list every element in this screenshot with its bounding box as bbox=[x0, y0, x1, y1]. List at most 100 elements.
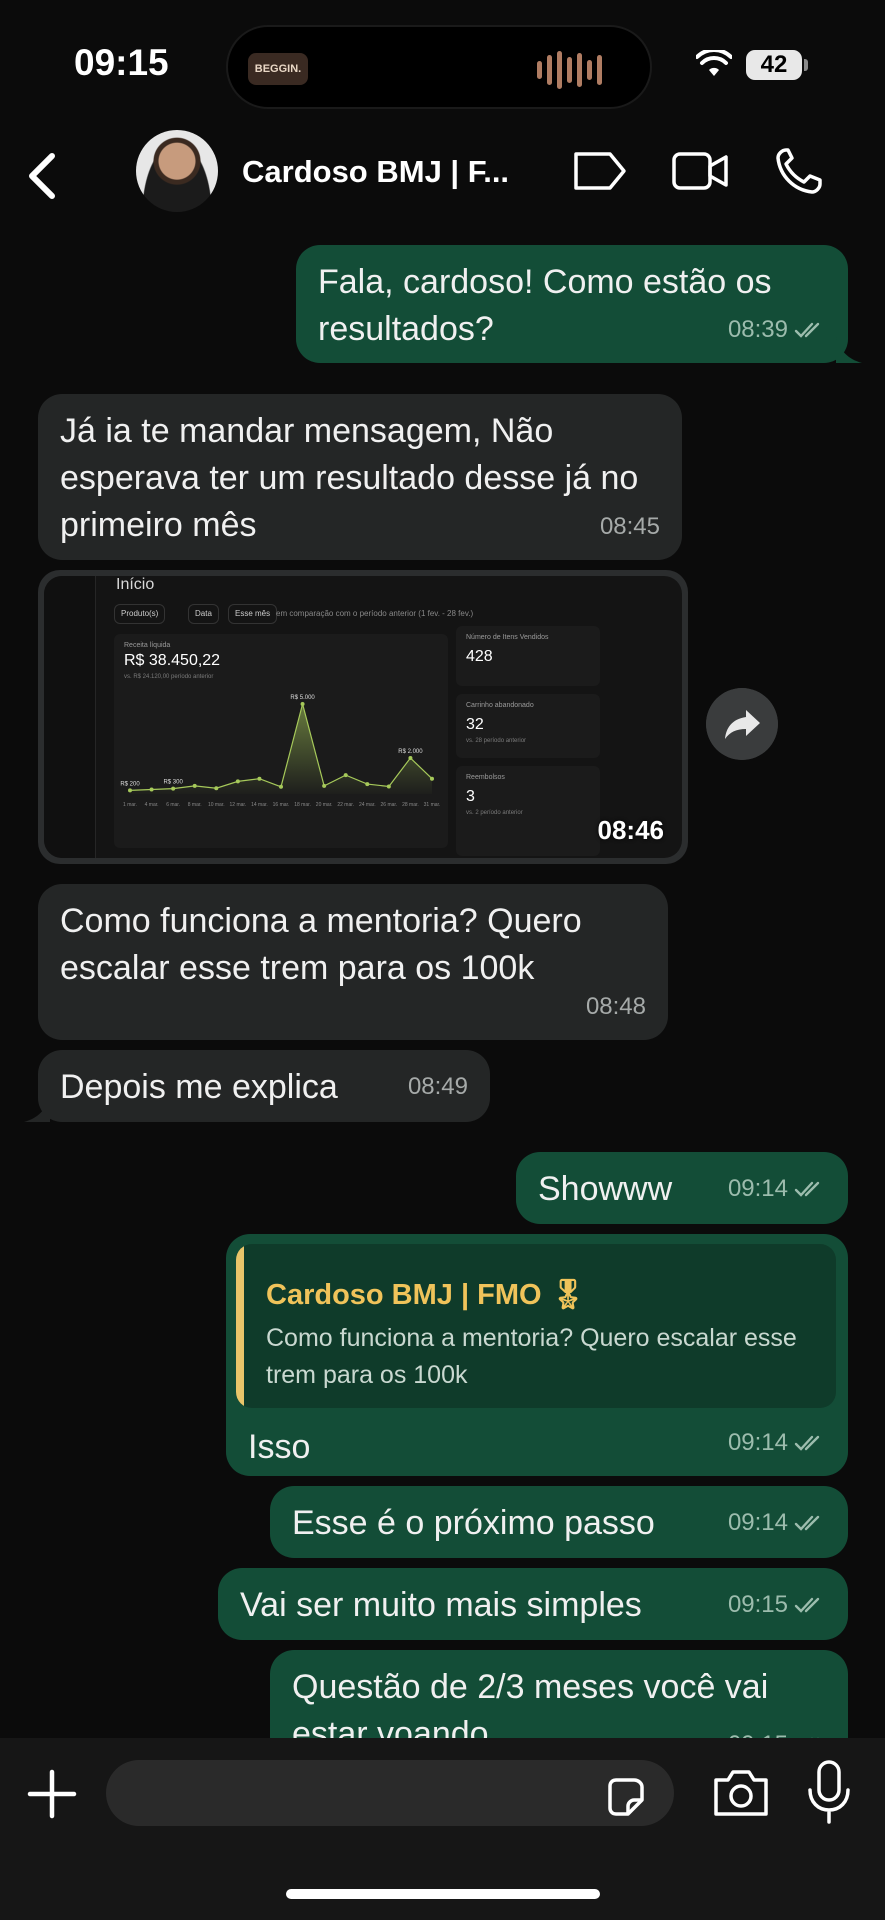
quoted-author: Cardoso BMJ | FMO 🎖 bbox=[266, 1279, 587, 1311]
forward-icon[interactable] bbox=[706, 688, 778, 760]
chart-annotation: R$ 5.000 bbox=[290, 695, 315, 701]
message-time: 09:14 bbox=[727, 1175, 788, 1202]
plus-icon[interactable] bbox=[26, 1768, 78, 1820]
refund-value: 3 bbox=[466, 788, 475, 805]
items-value: 428 bbox=[466, 648, 493, 665]
quoted-text: Como funciona a mentoria? Quero escalar … bbox=[266, 1324, 797, 1389]
message-text: Fala, cardoso! Como estão os resultados? bbox=[318, 263, 772, 348]
message-text: Já ia te mandar mensagem, Não esperava t… bbox=[60, 412, 639, 544]
message-bubble-outgoing[interactable]: Esse é o próximo passo 09:14 bbox=[270, 1486, 848, 1558]
message-time: 08:39 bbox=[727, 316, 788, 343]
filter-period: Esse mês bbox=[228, 604, 278, 624]
chart-annotation: R$ 200 bbox=[120, 781, 140, 787]
message-text: Vai ser muito mais simples bbox=[240, 1586, 642, 1624]
chart-annotation: R$ 300 bbox=[163, 780, 183, 786]
message-bubble-outgoing-reply[interactable]: Cardoso BMJ | FMO 🎖 Como funciona a ment… bbox=[226, 1234, 848, 1476]
contact-name[interactable]: Cardoso BMJ | F... bbox=[242, 154, 509, 190]
message-bubble-outgoing[interactable]: Showww 09:14 bbox=[516, 1152, 848, 1224]
chart-tick-label: 28 mar. bbox=[402, 802, 419, 808]
chart-tick-label: 18 mar. bbox=[294, 802, 311, 808]
chart-point bbox=[300, 702, 305, 706]
quote-bar bbox=[236, 1244, 244, 1408]
cart-value: 32 bbox=[466, 716, 484, 733]
video-call-icon[interactable] bbox=[670, 146, 730, 196]
dashboard-title: Início bbox=[116, 576, 155, 593]
message-bubble-incoming[interactable]: Depois me explica 08:49 bbox=[38, 1050, 490, 1122]
message-time: 09:14 bbox=[727, 1509, 788, 1536]
status-bar: 09:15 BEGGIN. 42 bbox=[0, 0, 885, 130]
chart-annotation: R$ 2.000 bbox=[398, 749, 423, 755]
items-panel: Número de Itens Vendidos 428 bbox=[456, 626, 600, 686]
refund-sub: vs. 2 período anterior bbox=[466, 810, 523, 816]
battery-tip bbox=[804, 59, 808, 71]
chart-tick-label: 26 mar. bbox=[381, 802, 398, 808]
voice-call-icon[interactable] bbox=[772, 146, 832, 196]
message-time: 09:15 bbox=[727, 1591, 788, 1618]
message-bubble-outgoing[interactable]: Vai ser muito mais simples 09:15 bbox=[218, 1568, 848, 1640]
chart-point bbox=[322, 783, 327, 788]
image-message[interactable]: Início Produto(s) Data Esse mês em compa… bbox=[38, 570, 688, 864]
chart-point bbox=[128, 788, 132, 793]
message-time: 08:48 bbox=[585, 993, 646, 1020]
microphone-icon[interactable] bbox=[804, 1758, 854, 1828]
comparison-note: em comparação com o período anterior (1 … bbox=[276, 609, 474, 618]
dashboard-sidebar bbox=[44, 576, 96, 858]
chart-point bbox=[149, 787, 154, 792]
items-label: Número de Itens Vendidos bbox=[466, 634, 549, 641]
chart-point bbox=[235, 779, 240, 784]
chart-tick-label: 8 mar. bbox=[188, 802, 202, 808]
read-ticks-icon bbox=[794, 1181, 820, 1197]
label-tag-icon[interactable] bbox=[570, 146, 630, 196]
chart-point bbox=[214, 786, 219, 791]
chart-tick-label: 14 mar. bbox=[251, 802, 268, 808]
message-bubble-outgoing[interactable]: Fala, cardoso! Como estão os resultados?… bbox=[296, 245, 848, 363]
message-text: Esse é o próximo passo bbox=[292, 1504, 655, 1542]
chat-header: Cardoso BMJ | F... bbox=[0, 130, 885, 220]
bubble-tail bbox=[836, 337, 862, 363]
status-time: 09:15 bbox=[74, 42, 169, 83]
chart-tick-label: 4 mar. bbox=[145, 802, 159, 808]
dynamic-island: BEGGIN. bbox=[226, 25, 652, 109]
message-time: 09:15 bbox=[728, 1721, 788, 1738]
message-text: Depois me explica bbox=[60, 1068, 338, 1106]
revenue-panel: Receita líquida R$ 38.450,22 vs. R$ 24.1… bbox=[114, 634, 448, 848]
camera-icon[interactable] bbox=[710, 1766, 772, 1820]
message-input[interactable] bbox=[106, 1760, 674, 1826]
back-icon[interactable] bbox=[18, 148, 70, 204]
message-text: Como funciona a mentoria? Quero escalar … bbox=[60, 902, 582, 987]
message-text: Isso bbox=[248, 1428, 311, 1466]
chart-tick-label: 12 mar. bbox=[230, 802, 247, 808]
home-indicator[interactable] bbox=[286, 1889, 600, 1899]
chart-tick-label: 20 mar. bbox=[316, 802, 333, 808]
chart-line bbox=[129, 701, 433, 791]
read-ticks-icon bbox=[794, 1515, 820, 1531]
battery-icon: 42 bbox=[746, 50, 802, 80]
cart-panel: Carrinho abandonado 32 vs. 28 período an… bbox=[456, 694, 600, 758]
message-text: Questão de 2/3 meses você vai estar voan… bbox=[292, 1668, 769, 1738]
avatar[interactable] bbox=[136, 130, 218, 212]
chart-point bbox=[279, 784, 283, 789]
read-ticks-icon bbox=[794, 1435, 820, 1451]
dashboard-screenshot[interactable]: Início Produto(s) Data Esse mês em compa… bbox=[44, 576, 682, 858]
message-bubble-incoming[interactable]: Como funciona a mentoria? Quero escalar … bbox=[38, 884, 668, 1040]
cart-label: Carrinho abandonado bbox=[466, 702, 534, 709]
chat-area[interactable]: Fala, cardoso! Como estão os resultados?… bbox=[0, 220, 885, 1738]
refund-panel: Reembolsos 3 vs. 2 período anterior bbox=[456, 766, 600, 856]
message-bubble-outgoing[interactable]: Questão de 2/3 meses você vai estar voan… bbox=[270, 1650, 848, 1738]
chart-point bbox=[257, 776, 262, 781]
message-time: 09:14 bbox=[727, 1429, 788, 1456]
message-time: 08:45 bbox=[599, 513, 660, 540]
chart-point bbox=[192, 783, 197, 788]
read-ticks-icon bbox=[794, 322, 820, 338]
chart-point bbox=[365, 782, 370, 787]
cart-sub: vs. 28 período anterior bbox=[466, 738, 527, 744]
message-bubble-incoming[interactable]: Já ia te mandar mensagem, Não esperava t… bbox=[38, 394, 682, 560]
message-time: 08:49 bbox=[407, 1073, 468, 1100]
refund-label: Reembolsos bbox=[466, 774, 505, 781]
live-activity-app-icon: BEGGIN. bbox=[248, 53, 308, 85]
quoted-message[interactable]: Cardoso BMJ | FMO 🎖 Como funciona a ment… bbox=[236, 1244, 836, 1408]
sticker-icon[interactable] bbox=[604, 1776, 646, 1818]
chart-tick-label: 31 mar. bbox=[424, 802, 441, 808]
chart-tick-label: 1 mar. bbox=[123, 802, 137, 808]
chart-point bbox=[171, 786, 176, 791]
